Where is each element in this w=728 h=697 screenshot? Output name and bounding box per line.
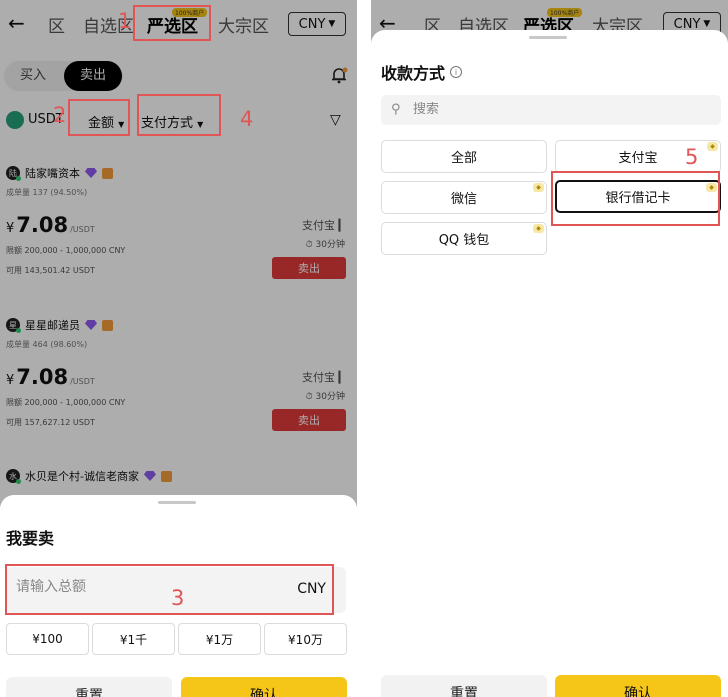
- info-icon[interactable]: i: [450, 66, 463, 78]
- filter-funnel-icon[interactable]: ▽: [330, 112, 341, 128]
- buy-sell-toggle: 买入 卖出: [4, 61, 123, 91]
- order-volume: 成单量 464 (98.60%): [6, 340, 88, 349]
- method-label: QQ 钱包: [438, 233, 490, 248]
- sheet-title: 收款方式: [381, 64, 446, 83]
- listing-card[interactable]: 星 星星邮递员 成单量 464 (98.60%) ¥ 7.08 /USDT 支付…: [0, 317, 357, 437]
- trade-limit: 限额 200,000 - 1,000,000 CNY: [6, 398, 126, 407]
- method-wechat[interactable]: 微信 ◆: [381, 181, 547, 214]
- search-icon: ⚲: [391, 102, 401, 117]
- diamond-badge-icon: [85, 320, 97, 330]
- quick-amount-100k[interactable]: ¥10万: [264, 623, 347, 655]
- time-limit: ⏱ 30分钟: [305, 392, 345, 402]
- quick-amount-10k[interactable]: ¥1万: [178, 623, 261, 655]
- tab-bulk-zone[interactable]: 大宗区: [218, 12, 269, 37]
- bell-icon[interactable]: [330, 66, 348, 84]
- payment-method-sheet: [371, 30, 728, 697]
- payment-method: 支付宝 ▎: [302, 219, 347, 232]
- search-input[interactable]: [413, 102, 693, 117]
- quick-amount-100[interactable]: ¥100: [6, 623, 89, 655]
- sell-button[interactable]: 卖出: [272, 257, 346, 279]
- merchant-name[interactable]: 水贝是个村-诚信老商家: [25, 468, 139, 484]
- merchant-badge-icon: ◆: [533, 183, 544, 192]
- right-screen: ← 区 自选区 100%商户 严选区 大宗区 CNY ▼ 收款方式 i ⚲ 全部…: [371, 0, 728, 697]
- price-row: ¥ 7.08 /USDT: [6, 213, 95, 237]
- merchant-row: 星 星星邮递员: [6, 317, 113, 333]
- annotation-box-2: [68, 99, 130, 136]
- available-amount: 可用 157,627.12 USDT: [6, 418, 95, 427]
- annotation-box-4: [137, 94, 221, 136]
- screen-divider: [357, 0, 371, 697]
- listing-card[interactable]: 水 水贝是个村-诚信老商家: [0, 468, 357, 488]
- price: 7.08: [16, 365, 69, 389]
- diamond-badge-icon: [85, 168, 97, 178]
- annotation-box-5: [551, 171, 720, 226]
- confirm-button[interactable]: 确认: [555, 675, 721, 697]
- method-label: 微信: [450, 192, 477, 207]
- back-arrow-icon[interactable]: ←: [8, 11, 25, 35]
- left-screen: ← 区 自选区 100%商户 严选区 大宗区 CNY ▼ 买入 卖出 USDT …: [0, 0, 357, 697]
- reset-button[interactable]: 重置: [6, 677, 172, 697]
- quick-amount-1k[interactable]: ¥1千: [92, 623, 175, 655]
- merchant-row: 陆 陆家嘴资本: [6, 165, 113, 181]
- method-label: 支付宝: [618, 151, 658, 166]
- clock-icon: ⏱: [305, 240, 313, 250]
- trade-limit: 限额 200,000 - 1,000,000 CNY: [6, 246, 126, 255]
- search-bar[interactable]: ⚲: [381, 95, 721, 125]
- sheet-handle[interactable]: [158, 501, 196, 504]
- price: 7.08: [16, 213, 69, 237]
- buy-option[interactable]: 买入: [4, 61, 62, 91]
- time-limit: ⏱ 30分钟: [305, 240, 345, 250]
- merchant-badge-icon: ◆: [533, 224, 544, 233]
- sheet-title: 我要卖: [6, 529, 55, 548]
- available-amount: 可用 143,501.42 USDT: [6, 266, 95, 275]
- annotation-number-4: 4: [240, 107, 254, 131]
- caret-down-icon: ▼: [328, 19, 336, 29]
- annotation-box-3: [5, 564, 334, 615]
- currency-label: CNY: [298, 16, 326, 32]
- price-unit: /USDT: [70, 377, 95, 386]
- price-row: ¥ 7.08 /USDT: [6, 365, 95, 389]
- annotation-box-1: [133, 5, 211, 41]
- merchant-row: 水 水贝是个村-诚信老商家: [6, 468, 172, 484]
- tab-partial[interactable]: 区: [48, 12, 65, 37]
- method-all[interactable]: 全部: [381, 140, 547, 173]
- method-qq-wallet[interactable]: QQ 钱包 ◆: [381, 222, 547, 255]
- usdt-coin-icon: [6, 111, 24, 129]
- shield-badge-icon: [102, 167, 113, 179]
- avatar: 陆: [6, 166, 21, 181]
- confirm-button[interactable]: 确认: [181, 677, 347, 697]
- sell-option[interactable]: 卖出: [64, 61, 122, 91]
- currency-symbol: ¥: [6, 221, 15, 236]
- annotation-number-2: 2: [53, 103, 67, 127]
- annotation-number-1: 1: [118, 9, 132, 33]
- merchant-name[interactable]: 星星邮递员: [25, 317, 80, 333]
- payment-method: 支付宝 ▎: [302, 371, 347, 384]
- avatar: 星: [6, 318, 21, 333]
- diamond-badge-icon: [143, 471, 156, 481]
- currency-selector[interactable]: CNY ▼: [288, 12, 346, 36]
- merchant-name[interactable]: 陆家嘴资本: [25, 165, 80, 181]
- annotation-number-5: 5: [685, 145, 699, 169]
- sheet-handle[interactable]: [529, 36, 567, 39]
- listing-card[interactable]: 陆 陆家嘴资本 成单量 137 (94.50%) ¥ 7.08 /USDT 支付…: [0, 165, 357, 285]
- avatar: 水: [6, 469, 21, 484]
- sell-button[interactable]: 卖出: [272, 409, 346, 431]
- price-unit: /USDT: [70, 225, 95, 234]
- shield-badge-icon: [160, 470, 172, 482]
- merchant-badge-icon: ◆: [707, 142, 718, 151]
- currency-symbol: ¥: [6, 373, 15, 388]
- order-volume: 成单量 137 (94.50%): [6, 188, 88, 197]
- clock-icon: ⏱: [305, 392, 313, 402]
- annotation-number-3: 3: [171, 586, 185, 610]
- payment-method-title: 收款方式 i: [381, 60, 463, 84]
- caret-down-icon: ▼: [703, 19, 711, 29]
- shield-badge-icon: [102, 319, 113, 331]
- reset-button[interactable]: 重置: [381, 675, 547, 697]
